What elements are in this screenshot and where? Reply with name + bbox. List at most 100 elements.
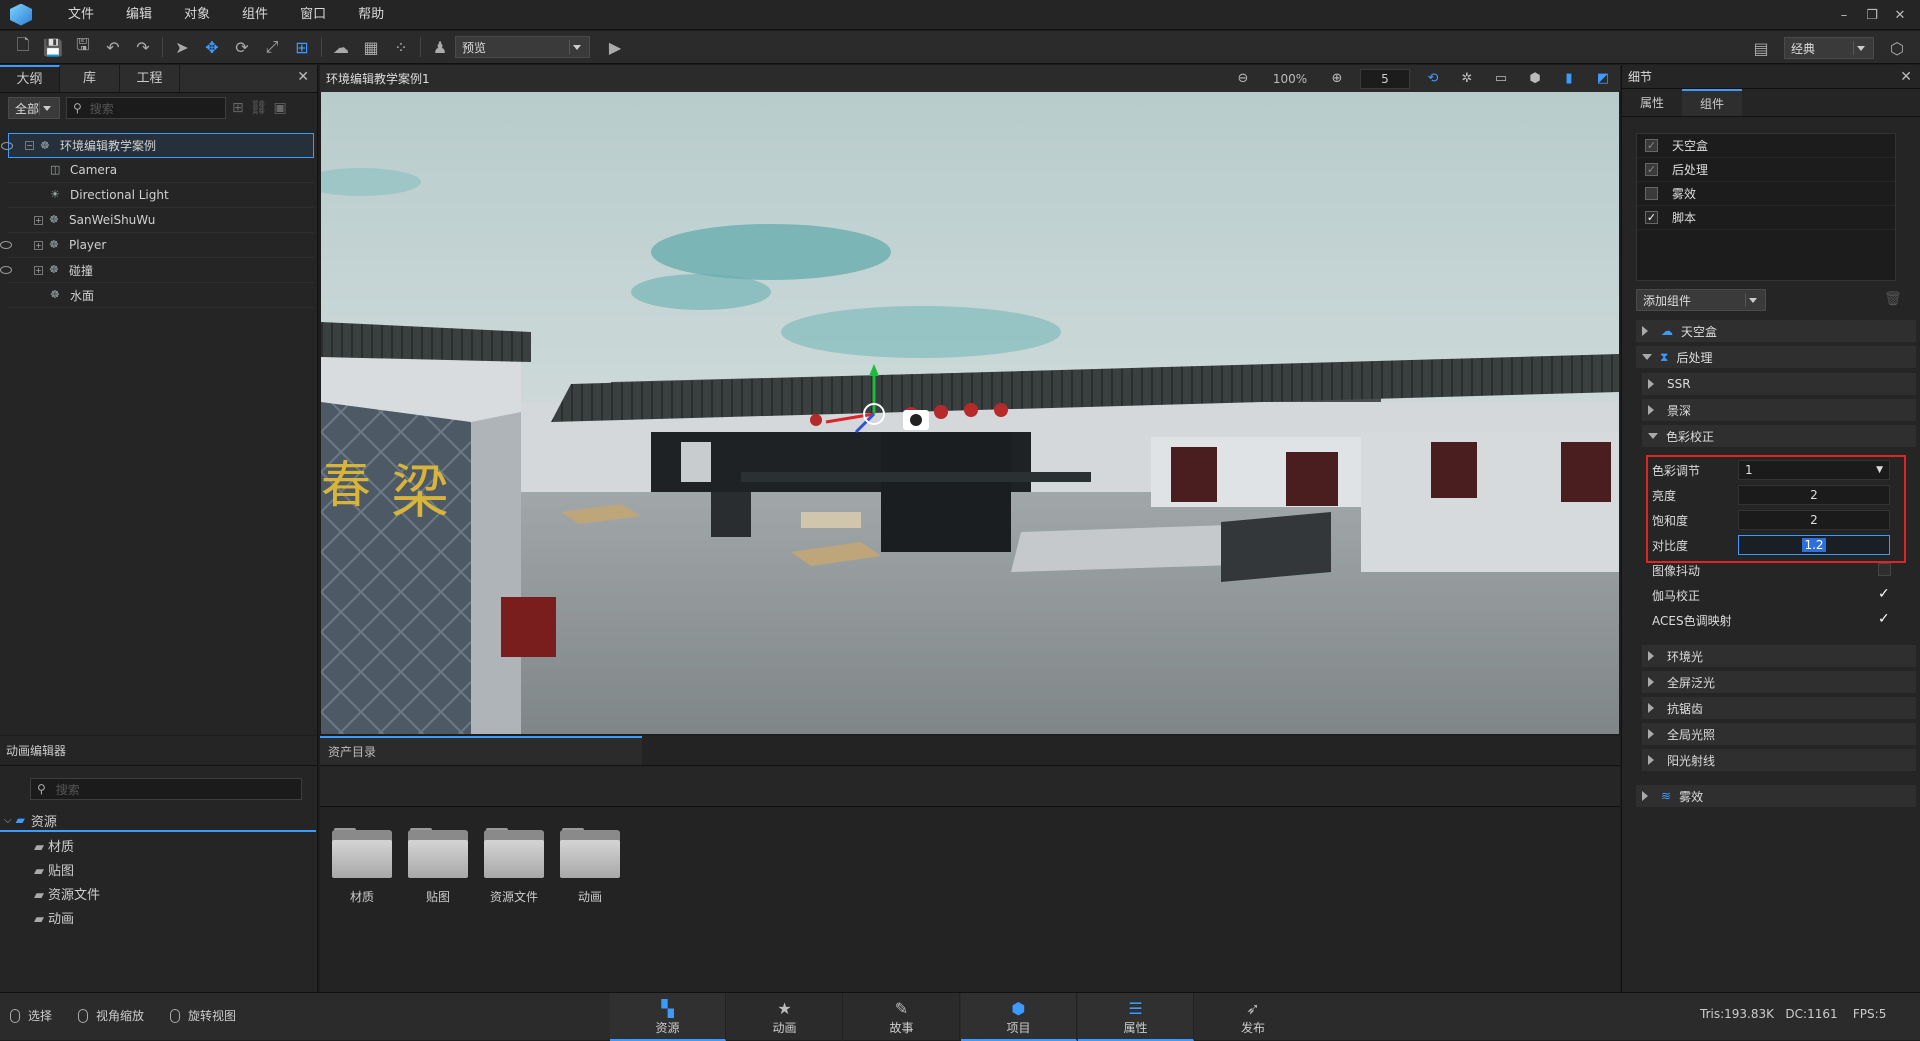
- tree-item-directional-light[interactable]: ☀ Directional Light: [8, 183, 314, 208]
- section-color-correction[interactable]: 色彩校正: [1642, 425, 1916, 447]
- section-fog[interactable]: ≋ 雾效: [1636, 785, 1916, 807]
- zoom-out-icon[interactable]: ⊖: [1226, 71, 1260, 86]
- save-all-icon[interactable]: 🖫: [68, 34, 98, 60]
- nav-properties[interactable]: ☰ 属性: [1078, 993, 1194, 1041]
- menu-edit[interactable]: 编辑: [110, 0, 168, 30]
- menu-help[interactable]: 帮助: [342, 0, 400, 30]
- dot-grid-icon[interactable]: ⁘: [386, 34, 416, 60]
- tab-components[interactable]: 组件: [1682, 89, 1742, 116]
- layout-icon[interactable]: ▤: [1746, 35, 1776, 61]
- nav-resources[interactable]: ▚ 资源: [610, 993, 726, 1041]
- save-icon[interactable]: 💾: [38, 34, 68, 60]
- undo-icon[interactable]: ↶: [98, 34, 128, 60]
- image-icon[interactable]: ▣: [274, 100, 287, 116]
- menu-window[interactable]: 窗口: [284, 0, 342, 30]
- section-gi[interactable]: 全局光照: [1642, 723, 1916, 745]
- section-sunrays[interactable]: 阳光射线: [1642, 749, 1916, 771]
- tab-project[interactable]: 工程: [120, 65, 180, 92]
- anim-search-input[interactable]: ⚲ 搜索: [30, 778, 302, 800]
- expand-icon[interactable]: +: [34, 215, 43, 225]
- outline-filter-select[interactable]: 全部: [8, 97, 60, 119]
- grid-icon[interactable]: ▦: [356, 34, 386, 60]
- select-arrow-icon[interactable]: ➤: [167, 34, 197, 60]
- snap-icon[interactable]: ⊞: [287, 34, 317, 60]
- tree-item-animation[interactable]: ▰ 动画: [34, 908, 100, 932]
- layout-select[interactable]: 经典: [1784, 37, 1874, 59]
- close-icon[interactable]: ✕: [1900, 65, 1912, 89]
- component-fog[interactable]: 雾效: [1637, 182, 1895, 206]
- nav-publish[interactable]: ➶ 发布: [1195, 993, 1311, 1041]
- checkbox-checked[interactable]: ✓: [1645, 211, 1658, 224]
- tree-item-camera[interactable]: ◫ Camera: [8, 158, 314, 183]
- section-dof[interactable]: 景深: [1642, 399, 1916, 421]
- collapse-icon[interactable]: −: [25, 141, 34, 150]
- minimize-icon[interactable]: –: [1830, 8, 1858, 23]
- checkbox-checked[interactable]: ✓: [1878, 611, 1890, 627]
- redo-icon[interactable]: ↷: [128, 34, 158, 60]
- rotate-icon[interactable]: ⟳: [227, 34, 257, 60]
- cube-icon[interactable]: ⬢: [1518, 71, 1552, 86]
- tab-library[interactable]: 库: [60, 65, 120, 92]
- menu-object[interactable]: 对象: [168, 0, 226, 30]
- trash-icon[interactable]: 🗑: [1884, 291, 1902, 307]
- component-skybox[interactable]: ✓ 天空盒: [1637, 134, 1895, 158]
- image-stats-icon[interactable]: ◩: [1586, 71, 1620, 86]
- hierarchy-icon[interactable]: ⊞: [232, 100, 244, 116]
- restore-icon[interactable]: ❐: [1858, 8, 1886, 23]
- tree-item-texture[interactable]: ▰ 贴图: [34, 860, 100, 884]
- box-icon[interactable]: ▮: [1552, 71, 1586, 86]
- checkbox-checked[interactable]: ✓: [1645, 139, 1658, 152]
- play-icon[interactable]: ▶: [600, 34, 630, 60]
- component-post[interactable]: ✓ 后处理: [1637, 158, 1895, 182]
- folder-animation[interactable]: 动画: [558, 828, 622, 905]
- eye-icon[interactable]: [0, 241, 12, 249]
- menu-file[interactable]: 文件: [52, 0, 110, 30]
- folder-resource-files[interactable]: 资源文件: [482, 828, 546, 905]
- move-icon[interactable]: ✥: [197, 34, 227, 60]
- tree-item-root[interactable]: − ☸ 环境编辑教学案例: [1, 133, 314, 158]
- nav-project[interactable]: ⬢ 项目: [961, 993, 1077, 1041]
- tree-item-water[interactable]: ☸ 水面: [8, 283, 314, 308]
- expand-icon[interactable]: +: [34, 240, 43, 250]
- camera-view-icon[interactable]: ▭: [1484, 71, 1518, 86]
- gear-icon[interactable]: ✲: [1450, 71, 1484, 86]
- player-icon[interactable]: ♟: [425, 34, 455, 60]
- checkbox-checked[interactable]: ✓: [1878, 586, 1890, 602]
- checkbox-unchecked[interactable]: [1645, 187, 1658, 200]
- nav-animation[interactable]: ★ 动画: [727, 993, 843, 1041]
- close-icon[interactable]: ✕: [1886, 8, 1914, 23]
- folder-material[interactable]: 材质: [330, 828, 394, 905]
- outline-search-input[interactable]: ⚲ 搜索: [66, 97, 226, 119]
- tab-outline[interactable]: 大纲: [0, 65, 60, 92]
- sync-icon[interactable]: ⟲: [1416, 71, 1450, 86]
- scene-render[interactable]: 梁 春: [321, 92, 1619, 734]
- color-adjust-select[interactable]: 1 ▼: [1738, 460, 1890, 480]
- link-icon[interactable]: ⛓: [250, 100, 268, 116]
- tree-item-material[interactable]: ▰ 材质: [34, 836, 100, 860]
- section-antialias[interactable]: 抗锯齿: [1642, 697, 1916, 719]
- settings-hex-icon[interactable]: ⬡: [1882, 35, 1912, 61]
- section-post[interactable]: ⧗ 后处理: [1636, 346, 1916, 368]
- eye-icon[interactable]: [1, 141, 13, 150]
- section-bloom[interactable]: 全屏泛光: [1642, 671, 1916, 693]
- checkbox-checked[interactable]: ✓: [1645, 163, 1658, 176]
- menu-component[interactable]: 组件: [226, 0, 284, 30]
- eye-icon[interactable]: [0, 266, 12, 274]
- section-ambient[interactable]: 环境光: [1642, 645, 1916, 667]
- scale-icon[interactable]: ⤢: [257, 34, 287, 60]
- nav-story[interactable]: ✎ 故事: [844, 993, 960, 1041]
- brightness-input[interactable]: 2: [1738, 485, 1890, 505]
- tab-asset-directory[interactable]: 资产目录: [320, 736, 642, 765]
- component-script[interactable]: ✓ 脚本: [1637, 206, 1895, 230]
- section-skybox[interactable]: ☁ 天空盒: [1636, 320, 1916, 342]
- close-icon[interactable]: ✕: [297, 69, 309, 85]
- tab-properties[interactable]: 属性: [1622, 89, 1682, 116]
- tree-item-player[interactable]: + ☸ Player: [0, 233, 314, 258]
- section-ssr[interactable]: SSR: [1642, 373, 1916, 395]
- cloud-icon[interactable]: ☁: [326, 34, 356, 60]
- mode-select[interactable]: 预览: [455, 36, 590, 58]
- checkbox-unchecked[interactable]: [1878, 563, 1891, 576]
- contrast-input[interactable]: 1.2: [1738, 535, 1890, 555]
- tree-item-resources[interactable]: ⌵ ▰ 资源: [0, 810, 316, 832]
- tree-item-collision[interactable]: + ☸ 碰撞: [0, 258, 314, 283]
